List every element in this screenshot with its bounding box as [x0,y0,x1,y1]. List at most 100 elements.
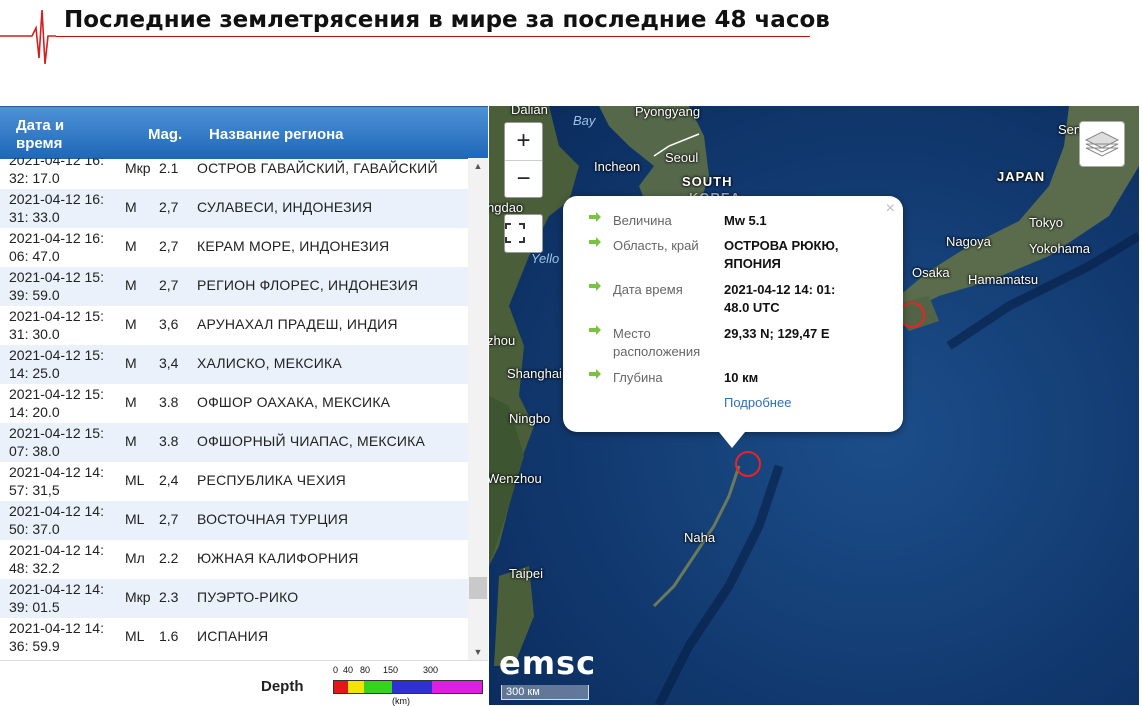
table-row[interactable]: 2021-04-12 15: 31: 30.0 M 3,6 АРУНАХАЛ ПРАД… [0,306,468,345]
map-label-incheon: Incheon [594,159,641,174]
row-date: 2021-04-12 16: 31: 33.0 [9,191,104,225]
row-date: 2021-04-12 14: 50: 37.0 [9,503,104,537]
column-header-date[interactable]: Дата и время [16,117,106,153]
popup-close-button[interactable]: × [886,200,895,218]
row-magnitude: 2,7 [159,277,179,293]
table-row[interactable]: 2021-04-12 15: 14: 25.0 M 3,4 ХАЛИСКО, МЕКС… [0,345,468,384]
page-title: Последние землетрясения в мире за послед… [64,7,830,33]
depth-tick: 80 [360,665,371,675]
row-magnitude: 2,7 [159,511,179,527]
row-magnitude: 3.8 [159,433,179,449]
depth-color-80-150 [364,681,392,693]
row-magnitude-type: M [125,316,137,332]
popup-value: ОСТРОВА РЮКЮ, ЯПОНИЯ [724,238,839,271]
row-magnitude: 2,7 [159,199,179,215]
map-label-zhou: zhou [489,333,516,348]
row-region: ОСТРОВ ГАВАЙСКИЙ, ГАВАЙСКИЙ [197,160,438,176]
table-header: Дата и время Mag. Название региона [0,106,488,159]
table-row[interactable]: 2021-04-12 16: 31: 33.0 M 2,7 СУЛАВЕСИ, ИНД… [0,189,468,228]
row-magnitude: 3,6 [159,316,179,332]
earthquake-info-popup: × Величина Mw 5.1 Область, край ОСТРОВА РЮК… [563,196,903,432]
arrow-right-icon [589,325,601,335]
popup-value: 2021-04-12 14: 01: 48.0 UTC [724,282,836,315]
popup-pointer [719,432,745,448]
row-magnitude: 3.8 [159,394,179,410]
table-row[interactable]: 2021-04-12 14: 50: 37.0 ML 2,7 ВОСТОЧНАЯ ТУ… [0,501,468,540]
depth-color-300-plus [432,681,482,693]
depth-tick: 300 [423,665,439,675]
map-label-pyongyang: Pyongyang [635,106,701,119]
column-header-region[interactable]: Название региона [209,126,344,143]
earthquake-map[interactable]: Dalian Pyongyang Bay Incheon Seoul SOUTH… [489,106,1139,705]
map-label-naha: Naha [684,530,716,545]
row-magnitude-type: M [125,238,137,254]
row-magnitude-type: M [125,199,137,215]
table-row[interactable]: 2021-04-12 14: 36: 59.9 ML 1.6 ИСПАНИЯ [0,618,468,657]
popup-label: Область, край [613,238,699,253]
arrow-right-icon [589,281,601,291]
arrow-right-icon [589,237,601,247]
row-date: 2021-04-12 16: 06: 47.0 [9,230,104,264]
depth-tick: 150 [383,665,399,675]
row-magnitude-type: M [125,433,137,449]
row-region: ИСПАНИЯ [197,628,269,644]
row-magnitude-type: Мкр [125,589,151,605]
map-label-hamamatsu: Hamamatsu [968,272,1039,287]
row-magnitude: 2.1 [159,160,179,176]
row-date: 2021-04-12 15: 39: 59.0 [9,269,104,303]
row-magnitude-type: Мл [125,550,145,566]
depth-color-0-40 [334,681,348,693]
row-date: 2021-04-12 15: 31: 30.0 [9,308,104,342]
row-region: ЮЖНАЯ КАЛИФОРНИЯ [197,550,359,566]
row-magnitude: 2,4 [159,472,179,488]
map-label-japan: JAPAN [997,169,1046,184]
table-row[interactable]: 2021-04-12 15: 14: 20.0 M 3.8 ОФШОР ОАХАКА,… [0,384,468,423]
scroll-up-arrow-icon[interactable]: ▲ [468,158,488,174]
table-scrollbar[interactable]: ▲ ▼ [468,158,488,660]
row-magnitude-type: M [125,355,137,371]
row-region: ОФШОР ОАХАКА, МЕКСИКА [197,394,391,410]
selected-earthquake-marker[interactable] [735,451,761,477]
emsc-logo: emsc [499,644,597,682]
map-label-tokyo: Tokyo [1029,215,1063,230]
table-row[interactable]: 2021-04-12 15: 39: 59.0 M 2,7 РЕГИОН ФЛОРЕС… [0,267,468,306]
table-row[interactable]: 2021-04-12 16: 32: 17.0 Мкр 2.1 ОСТРОВ ГАВА… [0,158,468,189]
popup-value: 10 км [724,370,759,385]
column-header-magnitude[interactable]: Mag. [148,126,182,143]
row-magnitude: 2.2 [159,550,179,566]
scrollbar-thumb[interactable] [469,577,487,599]
row-date: 2021-04-12 15: 07: 38.0 [9,425,104,459]
map-label-dalian: Dalian [511,106,548,117]
row-date: 2021-04-12 14: 36: 59.9 [9,620,104,654]
zoom-control: + − [504,122,543,198]
zoom-out-button[interactable]: − [505,161,542,198]
fullscreen-button[interactable] [504,214,543,253]
more-details-link[interactable]: Подробнее [724,395,791,410]
row-magnitude-type: ML [125,511,145,527]
row-region: ОФШОРНЫЙ ЧИАПАС, МЕКСИКА [197,433,426,449]
arrow-right-icon [589,369,601,379]
table-row[interactable]: 2021-04-12 14: 48: 32.2 Мл 2.2 ЮЖНАЯ КАЛИФО… [0,540,468,579]
depth-color-150-300 [392,681,432,693]
table-row[interactable]: 2021-04-12 16: 06: 47.0 M 2,7 КЕРАМ МОРЕ, И… [0,228,468,267]
title-underline [56,36,810,37]
table-row[interactable]: 2021-04-12 15: 07: 38.0 M 3.8 ОФШОРНЫЙ ЧИАП… [0,423,468,462]
map-label-sendai: Sen [1058,122,1082,137]
scroll-down-arrow-icon[interactable]: ▼ [468,644,488,660]
map-label-nagoya: Nagoya [946,234,991,249]
row-magnitude-type: Мкр [125,160,151,176]
depth-color-scale [333,680,483,694]
row-date: 2021-04-12 15: 14: 25.0 [9,347,104,381]
row-date: 2021-04-12 14: 39: 01.5 [9,581,104,615]
row-region: РЕСПУБЛИКА ЧЕХИЯ [197,472,346,488]
depth-tick: 40 [343,665,354,675]
table-row[interactable]: 2021-04-12 14: 39: 01.5 Мкр 2.3 ПУЭРТО-РИКО [0,579,468,618]
row-magnitude-type: M [125,277,137,293]
row-magnitude: 2,7 [159,238,179,254]
layers-button[interactable] [1079,121,1125,167]
table-row[interactable]: 2021-04-12 14: 57: 31,5 ML 2,4 РЕСПУБЛИКА Ч… [0,462,468,501]
zoom-in-button[interactable]: + [505,123,542,161]
popup-label: Место расположения [613,326,701,359]
row-region: АРУНАХАЛ ПРАДЕШ, ИНДИЯ [197,316,398,332]
row-region: КЕРАМ МОРЕ, ИНДОНЕЗИЯ [197,238,390,254]
